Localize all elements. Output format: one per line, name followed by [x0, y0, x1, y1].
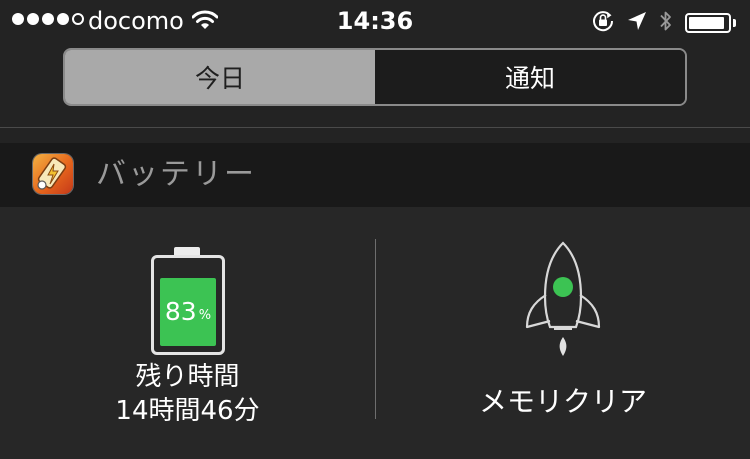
bluetooth-icon — [659, 9, 673, 37]
tab-notifications[interactable]: 通知 — [375, 50, 685, 104]
battery-app-icon — [33, 154, 73, 194]
status-bar: docomo 14:36 — [0, 0, 750, 40]
battery-remaining-widget[interactable]: 83 % 残り時間 14時間46分 — [0, 207, 375, 459]
location-arrow-icon — [627, 11, 647, 35]
remaining-time-value: 14時間46分 — [115, 396, 260, 426]
remaining-time-label: 残り時間 — [135, 362, 240, 392]
section-divider — [0, 127, 750, 128]
rocket-icon — [521, 241, 605, 361]
battery-status-icon — [685, 13, 731, 33]
battery-percent: 83 — [164, 297, 197, 326]
notification-center-tabs: 今日 通知 — [63, 48, 687, 106]
battery-nub — [733, 19, 736, 27]
battery-percent-sign: % — [198, 307, 212, 323]
rotation-lock-icon — [591, 9, 615, 37]
tab-today[interactable]: 今日 — [65, 50, 375, 104]
widget-title: バッテリー — [96, 157, 256, 192]
widget-header[interactable]: バッテリー — [0, 143, 750, 207]
memory-clear-button[interactable]: メモリクリア — [376, 207, 750, 459]
battery-level-fill: 83 % — [160, 278, 216, 346]
memory-clear-label: メモリクリア — [478, 385, 647, 418]
battery-level-icon: 83 % — [151, 247, 225, 355]
widget-content: 83 % 残り時間 14時間46分 メモリクリア — [0, 207, 750, 459]
